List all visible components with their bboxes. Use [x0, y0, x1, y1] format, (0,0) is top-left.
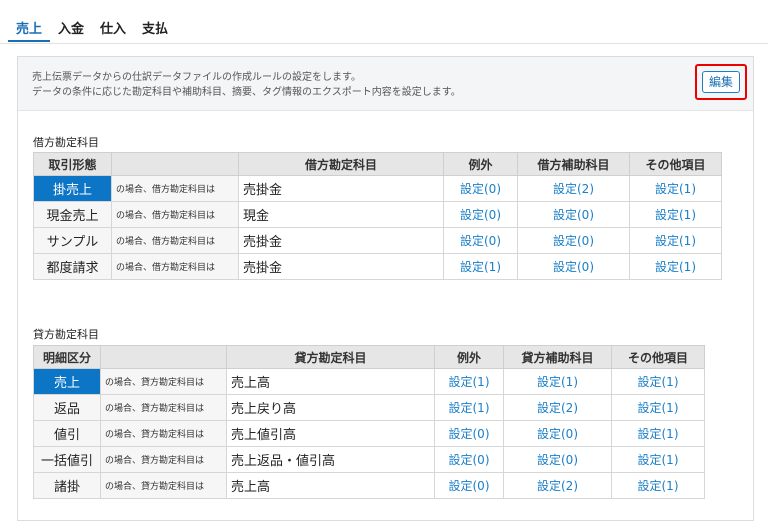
credit-header-exception: 例外	[434, 345, 504, 369]
debit-row-condition: の場合、借方勘定科目は	[111, 175, 239, 202]
credit-exception-link[interactable]: 設定(0)	[434, 420, 504, 447]
credit-sub-account-link[interactable]: 設定(0)	[503, 446, 612, 473]
edit-button-highlight: 編集	[695, 64, 747, 100]
credit-row-account: 売上戻り高	[226, 394, 435, 421]
credit-table-row: 諸掛 の場合、貸方勘定科目は 売上高 設定(0) 設定(2) 設定(1)	[33, 472, 705, 499]
credit-other-items-link[interactable]: 設定(1)	[611, 394, 705, 421]
credit-row-type[interactable]: 一括値引	[33, 446, 101, 473]
debit-other-items-link[interactable]: 設定(1)	[629, 201, 722, 228]
debit-header-exception: 例外	[443, 152, 518, 176]
description-line-2: データの条件に応じた勘定科目や補助科目、摘要、タグ情報のエクスポート内容を設定し…	[32, 87, 461, 98]
edit-button[interactable]: 編集	[702, 71, 740, 93]
credit-table: 明細区分 貸方勘定科目 例外 貸方補助科目 その他項目 売上 の場合、貸方勘定科目…	[33, 345, 705, 499]
credit-table-header: 明細区分 貸方勘定科目 例外 貸方補助科目 その他項目	[33, 345, 705, 369]
description-line-1: 売上伝票データからの仕訳データファイルの作成ルールの設定をします。	[32, 72, 361, 83]
credit-header-sub: 貸方補助科目	[503, 345, 612, 369]
credit-table-row: 売上 の場合、貸方勘定科目は 売上高 設定(1) 設定(1) 設定(1)	[33, 368, 705, 395]
debit-table-row: サンプル の場合、借方勘定科目は 売掛金 設定(0) 設定(0) 設定(1)	[33, 227, 722, 254]
debit-table-header: 取引形態 借方勘定科目 例外 借方補助科目 その他項目	[33, 152, 722, 176]
debit-row-account: 売掛金	[238, 253, 444, 280]
credit-row-condition: の場合、貸方勘定科目は	[100, 420, 227, 447]
credit-sub-account-link[interactable]: 設定(1)	[503, 368, 612, 395]
debit-table: 取引形態 借方勘定科目 例外 借方補助科目 その他項目 掛売上 の場合、借方勘定科…	[33, 152, 722, 280]
credit-row-type[interactable]: 売上	[33, 368, 101, 395]
credit-other-items-link[interactable]: 設定(1)	[611, 446, 705, 473]
tab-receipts[interactable]: 入金	[50, 8, 92, 42]
debit-sub-account-link[interactable]: 設定(2)	[517, 175, 630, 202]
credit-table-row: 一括値引 の場合、貸方勘定科目は 売上返品・値引高 設定(0) 設定(0) 設定(1)	[33, 446, 705, 473]
debit-header-type: 取引形態	[33, 152, 112, 176]
debit-table-row: 掛売上 の場合、借方勘定科目は 売掛金 設定(0) 設定(2) 設定(1)	[33, 175, 722, 202]
credit-other-items-link[interactable]: 設定(1)	[611, 472, 705, 499]
credit-header-account: 貸方勘定科目	[226, 345, 435, 369]
credit-row-condition: の場合、貸方勘定科目は	[100, 368, 227, 395]
credit-section-title: 貸方勘定科目	[33, 328, 99, 341]
debit-row-condition: の場合、借方勘定科目は	[111, 253, 239, 280]
debit-row-type[interactable]: 掛売上	[33, 175, 112, 202]
debit-row-account: 現金	[238, 201, 444, 228]
credit-row-condition: の場合、貸方勘定科目は	[100, 446, 227, 473]
debit-other-items-link[interactable]: 設定(1)	[629, 227, 722, 254]
credit-row-account: 売上高	[226, 368, 435, 395]
credit-exception-link[interactable]: 設定(0)	[434, 472, 504, 499]
credit-row-type[interactable]: 値引	[33, 420, 101, 447]
credit-table-row: 返品 の場合、貸方勘定科目は 売上戻り高 設定(1) 設定(2) 設定(1)	[33, 394, 705, 421]
credit-table-row: 値引 の場合、貸方勘定科目は 売上値引高 設定(0) 設定(0) 設定(1)	[33, 420, 705, 447]
debit-row-type[interactable]: サンプル	[33, 227, 112, 254]
credit-sub-account-link[interactable]: 設定(0)	[503, 420, 612, 447]
credit-header-blank	[100, 345, 227, 369]
debit-exception-link[interactable]: 設定(0)	[443, 227, 518, 254]
debit-row-condition: の場合、借方勘定科目は	[111, 227, 239, 254]
credit-sub-account-link[interactable]: 設定(2)	[503, 394, 612, 421]
tab-divider	[0, 43, 768, 44]
panel-header: 売上伝票データからの仕訳データファイルの作成ルールの設定をします。 データの条件…	[18, 57, 753, 111]
debit-section-title: 借方勘定科目	[33, 136, 99, 149]
tab-purchases[interactable]: 仕入	[92, 8, 134, 42]
debit-header-sub: 借方補助科目	[517, 152, 630, 176]
credit-header-type: 明細区分	[33, 345, 101, 369]
debit-exception-link[interactable]: 設定(1)	[443, 253, 518, 280]
debit-table-row: 現金売上 の場合、借方勘定科目は 現金 設定(0) 設定(0) 設定(1)	[33, 201, 722, 228]
credit-row-type[interactable]: 返品	[33, 394, 101, 421]
credit-row-account: 売上返品・値引高	[226, 446, 435, 473]
tab-sales[interactable]: 売上	[8, 8, 51, 42]
credit-row-condition: の場合、貸方勘定科目は	[100, 394, 227, 421]
debit-sub-account-link[interactable]: 設定(0)	[517, 201, 630, 228]
debit-row-condition: の場合、借方勘定科目は	[111, 201, 239, 228]
debit-sub-account-link[interactable]: 設定(0)	[517, 253, 630, 280]
credit-exception-link[interactable]: 設定(1)	[434, 394, 504, 421]
credit-other-items-link[interactable]: 設定(1)	[611, 420, 705, 447]
debit-other-items-link[interactable]: 設定(1)	[629, 253, 722, 280]
debit-row-type[interactable]: 現金売上	[33, 201, 112, 228]
panel-description: 売上伝票データからの仕訳データファイルの作成ルールの設定をします。 データの条件…	[32, 70, 461, 100]
credit-header-other: その他項目	[611, 345, 705, 369]
credit-exception-link[interactable]: 設定(1)	[434, 368, 504, 395]
debit-header-account: 借方勘定科目	[238, 152, 444, 176]
debit-header-other: その他項目	[629, 152, 722, 176]
debit-row-account: 売掛金	[238, 227, 444, 254]
credit-row-condition: の場合、貸方勘定科目は	[100, 472, 227, 499]
debit-exception-link[interactable]: 設定(0)	[443, 201, 518, 228]
tab-bar: 売上 入金 仕入 支払	[8, 8, 176, 42]
credit-other-items-link[interactable]: 設定(1)	[611, 368, 705, 395]
settings-panel: 売上伝票データからの仕訳データファイルの作成ルールの設定をします。 データの条件…	[17, 56, 754, 521]
credit-row-account: 売上値引高	[226, 420, 435, 447]
debit-row-account: 売掛金	[238, 175, 444, 202]
debit-sub-account-link[interactable]: 設定(0)	[517, 227, 630, 254]
tab-payments[interactable]: 支払	[134, 8, 176, 42]
debit-row-type[interactable]: 都度請求	[33, 253, 112, 280]
credit-row-type[interactable]: 諸掛	[33, 472, 101, 499]
debit-exception-link[interactable]: 設定(0)	[443, 175, 518, 202]
credit-exception-link[interactable]: 設定(0)	[434, 446, 504, 473]
credit-row-account: 売上高	[226, 472, 435, 499]
debit-other-items-link[interactable]: 設定(1)	[629, 175, 722, 202]
debit-header-blank	[111, 152, 239, 176]
credit-sub-account-link[interactable]: 設定(2)	[503, 472, 612, 499]
debit-table-row: 都度請求 の場合、借方勘定科目は 売掛金 設定(1) 設定(0) 設定(1)	[33, 253, 722, 280]
